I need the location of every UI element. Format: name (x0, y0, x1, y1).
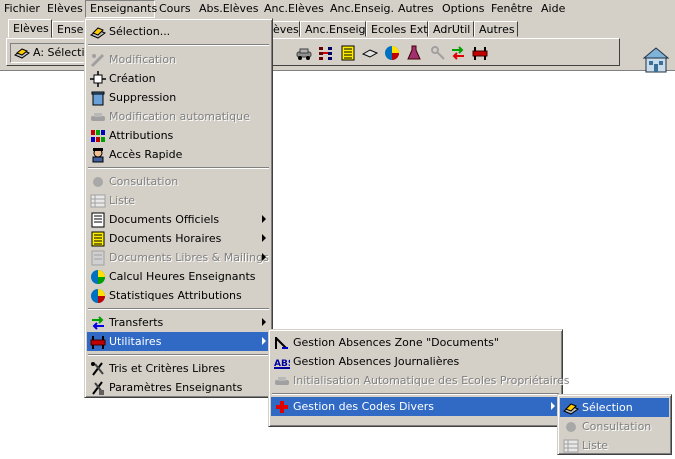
utilitaires-submenu: Gestion Absences Zone "Documents" ABS Ge… (268, 329, 570, 427)
combo-value: A: Sélectio (33, 46, 86, 59)
init-icon (275, 377, 289, 385)
tools-icon (90, 336, 106, 349)
menu-item-statistiques[interactable]: Statistiques Attributions (87, 286, 270, 305)
menu-item-parametres[interactable]: Paramètres Enseignants (87, 378, 270, 397)
menu-separator (272, 393, 559, 395)
absence-zone-icon (275, 337, 288, 349)
menu-item-gestion-codes-divers[interactable]: Gestion des Codes Divers (271, 397, 560, 416)
menu-fichier[interactable]: Fichier (0, 0, 44, 18)
menu-item-attributions[interactable]: Attributions (87, 126, 270, 145)
submenu-arrow-icon (551, 402, 555, 410)
menu-enseignants[interactable]: Enseignants (85, 0, 157, 18)
menu-item-documents-officiels[interactable]: Documents Officiels (87, 210, 270, 229)
grid-arrow-icon[interactable] (318, 45, 334, 61)
menu-separator (88, 354, 269, 356)
transfer-arrows-icon (92, 316, 104, 330)
menu-item-documents-libres: Documents Libres & Mailings (87, 248, 270, 267)
tab-enseig[interactable]: Enseig (52, 21, 93, 37)
selection-combo[interactable]: A: Sélectio (10, 43, 86, 63)
tab-anc-enseig[interactable]: Anc.Enseig (300, 21, 366, 37)
menu-cours[interactable]: Cours (155, 0, 195, 18)
schedule-icon[interactable] (340, 45, 356, 61)
key-icon[interactable] (430, 45, 446, 61)
menu-item-liste: Liste (87, 191, 270, 210)
submenu-arrow-icon (262, 234, 266, 242)
abs-icon: ABS (274, 359, 290, 369)
menu-anc-eleves[interactable]: Anc.Elèves (260, 0, 328, 18)
tab-adrutil[interactable]: AdrUtil (428, 21, 474, 37)
menu-fenetre[interactable]: Fenêtre (487, 0, 537, 18)
menu-item-utilitaires[interactable]: Utilitaires (87, 332, 270, 351)
selection-icon (563, 403, 579, 415)
menu-item-creation[interactable]: Création (87, 69, 270, 88)
menu-item-documents-horaires[interactable]: Documents Horaires (87, 229, 270, 248)
menu-separator (88, 44, 269, 46)
menu-item-calcul-heures[interactable]: Calcul Heures Enseignants (87, 267, 270, 286)
flask-icon[interactable] (406, 45, 422, 61)
red-cross-icon (276, 401, 288, 413)
menu-item-suppression[interactable]: Suppression (87, 88, 270, 107)
selection-icon (90, 27, 106, 39)
menu-item-initialisation-automatique: Initialisation Automatique des Ecoles Pr… (271, 371, 570, 390)
menu-eleves[interactable]: Elèves (43, 0, 87, 18)
menu-item-modification: Modification (87, 50, 270, 69)
list-icon (90, 194, 106, 208)
menu-item-consultation: Consultation (87, 172, 270, 191)
school-house-icon[interactable] (640, 44, 672, 76)
hours-pie-icon (91, 270, 105, 284)
menu-item-selection[interactable]: Sélection... (87, 22, 270, 41)
menu-item-codes-consultation: Consultation (560, 417, 669, 436)
list-icon (563, 439, 579, 453)
documents-icon (91, 212, 105, 228)
tab-ecoles-ext[interactable]: Ecoles Ext (366, 21, 428, 37)
menu-aide[interactable]: Aide (537, 0, 569, 18)
book-icon[interactable] (362, 45, 378, 61)
quick-access-icon (92, 148, 104, 163)
pie-chart-icon[interactable] (384, 45, 400, 61)
mailing-icon (91, 250, 105, 266)
transfer-arrows-icon[interactable] (450, 45, 466, 61)
menu-separator (88, 308, 269, 310)
codes-divers-submenu: Sélection Consultation Liste (557, 394, 672, 455)
menu-item-tris-criteres[interactable]: Tris et Critères Libres (87, 359, 270, 378)
menu-options[interactable]: Options (438, 0, 488, 18)
menu-item-acces-rapide[interactable]: Accès Rapide (87, 145, 270, 164)
submenu-arrow-icon (262, 318, 266, 326)
sort-icon (91, 362, 104, 376)
menu-item-codes-selection[interactable]: Sélection (560, 398, 669, 417)
stats-pie-icon (91, 289, 105, 303)
consultation-icon (566, 422, 576, 432)
submenu-arrow-icon (262, 337, 266, 345)
creation-icon (90, 71, 106, 87)
menu-item-transferts[interactable]: Transferts (87, 313, 270, 332)
tab-eleves[interactable]: Elèves (8, 19, 52, 38)
parameters-icon (92, 381, 104, 395)
auto-modification-icon (91, 113, 105, 121)
menu-autres[interactable]: Autres (394, 0, 438, 18)
menu-item-gestion-absences-journalieres[interactable]: ABS Gestion Absences Journalières (271, 352, 560, 371)
modification-icon (90, 53, 105, 68)
attributions-icon (91, 130, 105, 142)
car-icon[interactable] (296, 45, 312, 61)
schedule-icon (91, 231, 105, 247)
menu-item-modification-automatique: Modification automatique (87, 107, 270, 126)
submenu-arrow-icon (262, 215, 266, 223)
enseignants-dropdown: Sélection... Modification Création Suppr… (84, 18, 273, 398)
menu-anc-enseig[interactable]: Anc.Enseig. (326, 0, 398, 18)
menu-item-gestion-absences-zone[interactable]: Gestion Absences Zone "Documents" (271, 333, 560, 352)
consultation-icon (93, 177, 103, 187)
menu-separator (88, 167, 269, 169)
menu-item-codes-liste: Liste (560, 436, 669, 455)
submenu-arrow-icon (262, 253, 266, 261)
menu-abs-eleves[interactable]: Abs.Elèves (195, 0, 263, 18)
selection-icon (14, 48, 30, 59)
tools-icon[interactable] (472, 45, 488, 61)
suppression-icon (91, 91, 105, 106)
menu-bar: Fichier Elèves Enseignants Cours Abs.Elè… (0, 0, 675, 18)
tab-autres[interactable]: Autres (474, 21, 518, 37)
